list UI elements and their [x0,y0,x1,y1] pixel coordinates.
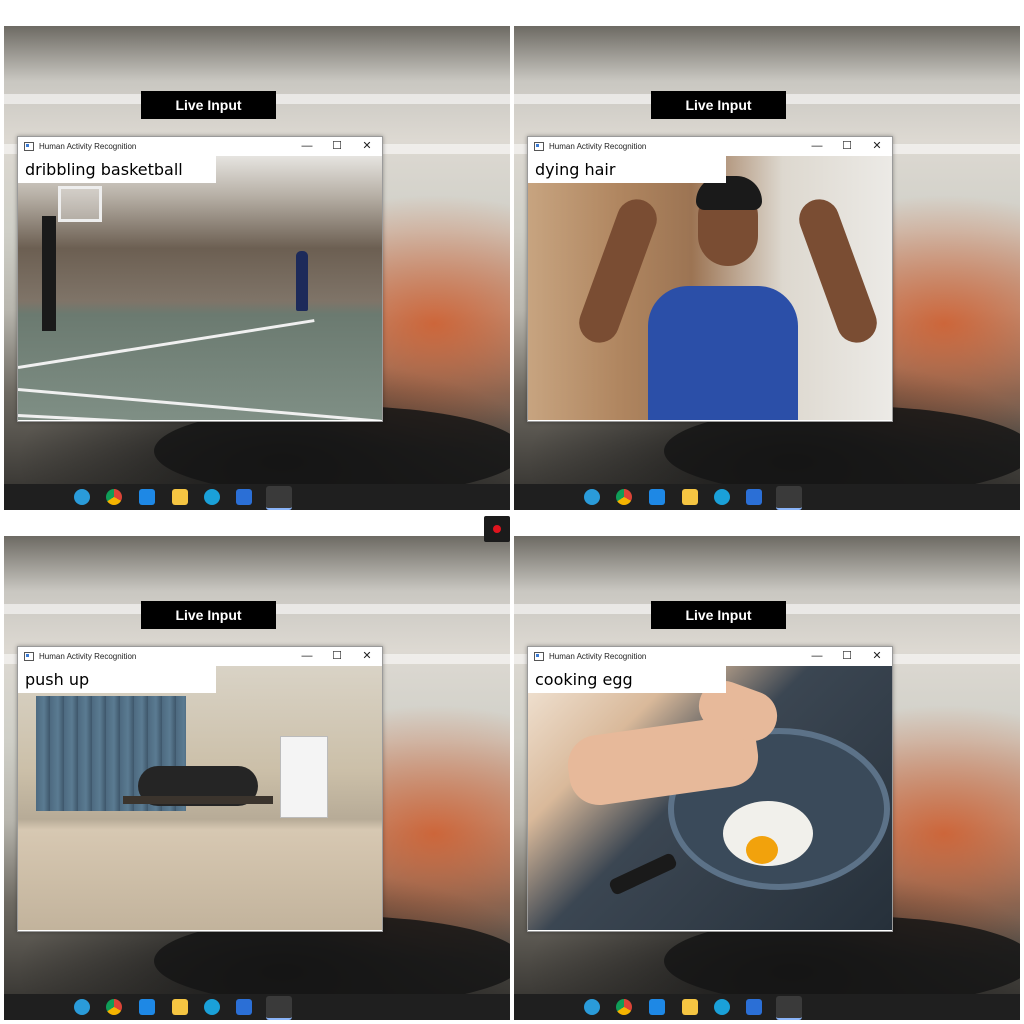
telegram-icon[interactable] [584,489,600,505]
live-input-label: Live Input [141,601,276,629]
video-feed: cooking egg [528,666,892,930]
blue-app-icon[interactable] [649,489,665,505]
blue-app-icon[interactable] [139,999,155,1015]
window-app-icon [24,652,34,661]
window-app-icon [534,652,544,661]
prediction-label: push up [18,666,216,693]
taskbar [4,484,510,510]
python-icon[interactable] [776,486,802,510]
window-title: Human Activity Recognition [39,142,137,151]
chrome-icon[interactable] [106,999,122,1015]
word-icon[interactable] [236,999,252,1015]
edge-icon[interactable] [714,489,730,505]
window-titlebar[interactable]: Human Activity Recognition — ☐ ✕ [18,137,382,156]
window-title: Human Activity Recognition [39,652,137,661]
word-icon[interactable] [746,999,762,1015]
screen-panel-3: Live Input Human Activity Recognition — … [4,536,510,1020]
chrome-icon[interactable] [106,489,122,505]
video-feed: push up [18,666,382,930]
chrome-icon[interactable] [616,999,632,1015]
window-app-icon [534,142,544,151]
close-button[interactable]: ✕ [862,647,892,666]
window-app-icon [24,142,34,151]
live-input-label: Live Input [651,91,786,119]
file-explorer-icon[interactable] [682,489,698,505]
activity-window[interactable]: Human Activity Recognition — ☐ ✕ push up [17,646,383,932]
prediction-label: dying hair [528,156,726,183]
telegram-icon[interactable] [584,999,600,1015]
screen-panel-4: Live Input Human Activity Recognition — … [514,536,1020,1020]
taskbar [514,994,1020,1020]
python-icon[interactable] [776,996,802,1020]
taskbar [4,994,510,1020]
maximize-button[interactable]: ☐ [322,647,352,666]
video-feed: dribbling basketball [18,156,382,420]
close-button[interactable]: ✕ [862,137,892,156]
close-button[interactable]: ✕ [352,137,382,156]
file-explorer-icon[interactable] [172,999,188,1015]
edge-icon[interactable] [204,489,220,505]
word-icon[interactable] [746,489,762,505]
window-titlebar[interactable]: Human Activity Recognition — ☐ ✕ [528,647,892,666]
minimize-button[interactable]: — [292,647,322,666]
python-icon[interactable] [266,486,292,510]
chrome-icon[interactable] [616,489,632,505]
edge-icon[interactable] [204,999,220,1015]
prediction-label: dribbling basketball [18,156,216,183]
maximize-button[interactable]: ☐ [322,137,352,156]
activity-window[interactable]: Human Activity Recognition — ☐ ✕ cooking… [527,646,893,932]
activity-window[interactable]: Human Activity Recognition — ☐ ✕ dribbli… [17,136,383,422]
maximize-button[interactable]: ☐ [832,137,862,156]
minimize-button[interactable]: — [802,137,832,156]
window-titlebar[interactable]: Human Activity Recognition — ☐ ✕ [18,647,382,666]
record-indicator-icon[interactable] [484,516,510,542]
minimize-button[interactable]: — [802,647,832,666]
close-button[interactable]: ✕ [352,647,382,666]
edge-icon[interactable] [714,999,730,1015]
blue-app-icon[interactable] [139,489,155,505]
window-titlebar[interactable]: Human Activity Recognition — ☐ ✕ [528,137,892,156]
screen-panel-2: Live Input Human Activity Recognition — … [514,26,1020,510]
activity-window[interactable]: Human Activity Recognition — ☐ ✕ dying h… [527,136,893,422]
word-icon[interactable] [236,489,252,505]
window-title: Human Activity Recognition [549,652,647,661]
video-feed: dying hair [528,156,892,420]
file-explorer-icon[interactable] [172,489,188,505]
live-input-label: Live Input [141,91,276,119]
window-title: Human Activity Recognition [549,142,647,151]
prediction-label: cooking egg [528,666,726,693]
maximize-button[interactable]: ☐ [832,647,862,666]
live-input-label: Live Input [651,601,786,629]
python-icon[interactable] [266,996,292,1020]
minimize-button[interactable]: — [292,137,322,156]
taskbar [514,484,1020,510]
telegram-icon[interactable] [74,489,90,505]
file-explorer-icon[interactable] [682,999,698,1015]
telegram-icon[interactable] [74,999,90,1015]
blue-app-icon[interactable] [649,999,665,1015]
screen-panel-1: Live Input Human Activity Recognition — … [4,26,510,510]
